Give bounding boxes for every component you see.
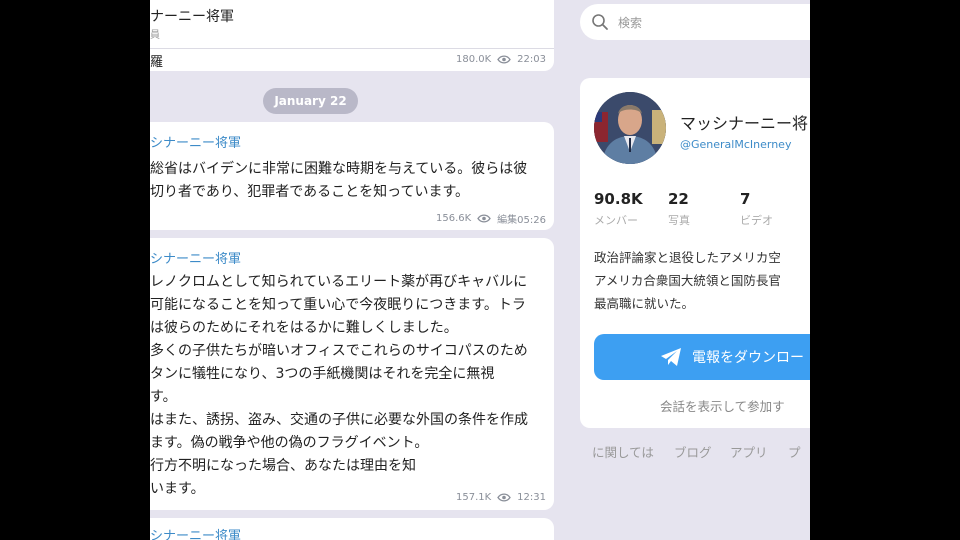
profile-name: マッシナーニー将	[680, 114, 809, 133]
message-line: レノクロムとして知られているエリート薬が再びキャバルに	[150, 274, 528, 290]
bio-line: 政治評論家と退役したアメリカ空	[594, 250, 781, 265]
channel-name: ナーニー将軍	[150, 9, 234, 25]
search-input[interactable]: 検索	[618, 14, 642, 31]
stat-videos[interactable]: 7 ビデオ	[740, 190, 773, 228]
search-icon	[592, 14, 608, 30]
stat-value: 22	[668, 190, 689, 208]
bio-line: アメリカ合衆国大統領と国防長官	[594, 273, 781, 288]
profile-bio: 政治評論家と退役したアメリカ空 アメリカ合衆国大統領と国防長官 最高職に就いた。	[594, 246, 781, 315]
message-bubble-top: 羅 180.0K 22:03	[150, 49, 554, 71]
bio-line: 最高職に就いた。	[594, 296, 695, 311]
message-author[interactable]: シナーニー将軍	[150, 132, 241, 151]
footer-link-blog[interactable]: ブログ	[674, 442, 712, 461]
footer-link-apps[interactable]: アプリ	[730, 442, 768, 461]
message-meta: 157.1K 12:31	[456, 492, 546, 503]
footer-link-platform[interactable]: プ	[788, 442, 801, 461]
message-feed[interactable]: ナーニー将軍 員 羅 180.0K 22:03 January 22 シナーニー…	[150, 0, 570, 540]
view-count: 180.0K	[455, 54, 492, 65]
message-text: レノクロムとして知られているエリート薬が再びキャバルに 可能になることを知って重…	[150, 271, 538, 501]
message-line: タンに犠牲になり、3つの手紙機関はそれを完全に無視	[150, 366, 495, 382]
message-time: 12:31	[517, 492, 546, 503]
message-bubble[interactable]: シナーニー将軍 総省はバイデンに非常に困難な時期を与えている。彼らは彼 切り者で…	[150, 122, 554, 230]
message-line: す。	[150, 389, 177, 405]
stat-value: 90.8K	[594, 190, 643, 208]
message-line: 行方不明になった場合、あなたは理由を知	[150, 458, 416, 474]
message-text: 総省はバイデンに非常に困難な時期を与えている。彼らは彼 切り者であり、犯罪者であ…	[150, 158, 538, 204]
eye-icon	[477, 214, 491, 223]
telegram-web-screen: ナーニー将軍 員 羅 180.0K 22:03 January 22 シナーニー…	[150, 0, 810, 540]
eye-icon	[497, 55, 511, 64]
avatar[interactable]	[594, 92, 666, 164]
message-author[interactable]: シナーニー将軍	[150, 248, 241, 267]
download-button-label: 電報をダウンロー	[692, 350, 804, 366]
date-chip: January 22	[263, 88, 358, 114]
stat-members: 90.8K メンバー	[594, 190, 643, 228]
message-author[interactable]: シナーニー将軍	[150, 525, 241, 540]
join-conversation-link[interactable]: 会話を表示して参加す	[660, 396, 785, 415]
message-meta: 180.0K 22:03	[456, 54, 546, 65]
view-count: 157.1K	[455, 492, 492, 503]
stat-label: ビデオ	[740, 214, 773, 227]
view-count: 156.6K	[435, 213, 472, 224]
message-line: 多くの子供たちが暗いオフィスでこれらのサイコパスのため	[150, 343, 528, 359]
eye-icon	[497, 493, 511, 502]
stat-value: 7	[740, 190, 751, 208]
message-time: 編集05:26	[497, 215, 546, 226]
download-telegram-button[interactable]: 電報をダウンロー	[594, 334, 810, 380]
telegram-plane-icon	[661, 348, 681, 366]
message-line: は彼らのためにそれをはるかに難しくしました。	[150, 320, 458, 336]
stat-label: メンバー	[594, 214, 638, 227]
channel-header[interactable]: ナーニー将軍 員	[150, 0, 554, 49]
channel-subtitle: 員	[150, 30, 160, 41]
channel-info-card: マッシナーニー将 @GeneralMcInerney 90.8K メンバー 22…	[580, 78, 810, 428]
message-line: 可能になることを知って重い心で今夜眠りにつきます。トラ	[150, 297, 526, 313]
message-text-fragment: 羅	[150, 55, 164, 70]
message-line: はまた、誘拐、盗み、交通の子供に必要な外国の条件を作成	[150, 412, 528, 428]
message-line: ます。偽の戦争や他の偽のフラグイベント。	[150, 435, 429, 451]
footer-link-about[interactable]: に関しては	[592, 442, 654, 461]
message-line: 切り者であり、犯罪者であることを知っています。	[150, 184, 470, 200]
message-meta: 156.6K 編集05:26	[436, 211, 546, 226]
avatar-portrait	[594, 92, 666, 164]
message-time: 22:03	[517, 54, 546, 65]
stat-photos[interactable]: 22 写真	[668, 190, 690, 228]
profile-handle[interactable]: @GeneralMcInerney	[680, 138, 791, 151]
message-bubble[interactable]: シナーニー将軍 レノクロムとして知られているエリート薬が再びキャバルに 可能にな…	[150, 238, 554, 510]
message-bubble[interactable]: シナーニー将軍	[150, 518, 554, 540]
message-line: 総省はバイデンに非常に困難な時期を与えている。彼らは彼	[150, 161, 528, 177]
search-bar[interactable]: 検索	[580, 4, 810, 40]
stat-label: 写真	[668, 214, 690, 227]
